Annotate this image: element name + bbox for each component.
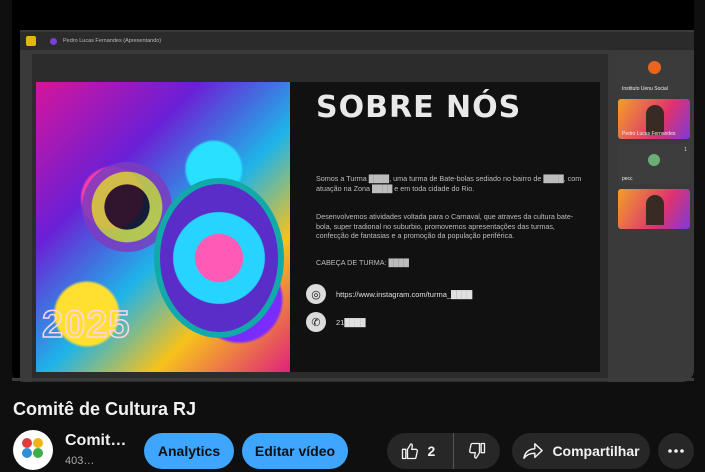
participant-tile: Pedro Lucas Fernandes (618, 99, 690, 139)
more-actions-button[interactable] (658, 433, 694, 469)
video-player[interactable]: Pedro Lucas Fernandes (Apresentando) 202… (12, 0, 694, 382)
channel-name[interactable]: Comit… (65, 432, 126, 450)
avatar-logo-dot (33, 438, 43, 448)
dislike-button[interactable] (454, 441, 500, 461)
slide-paragraph-3: CABEÇA DE TURMA: ████ (316, 258, 409, 267)
phone-number: 21████ (336, 317, 366, 327)
participant-avatar (648, 61, 661, 74)
edit-video-button[interactable]: Editar vídeo (242, 433, 348, 469)
carnival-mask-artwork: 2025 (36, 82, 290, 372)
share-label: Compartilhar (552, 443, 640, 459)
thumbs-down-icon (467, 441, 487, 461)
shared-screen: 2025 SOBRE NÓS Somos a Turma ████, uma t… (32, 54, 608, 382)
presenter-label: Pedro Lucas Fernandes (Apresentando) (63, 38, 162, 44)
year-graphic: 2025 (41, 303, 131, 347)
slide-paragraph-1: Somos a Turma ████, uma turma de Bate-bo… (316, 174, 582, 193)
meeting-app-icon (26, 36, 36, 46)
share-arrow-icon (522, 441, 544, 461)
channel-avatar[interactable] (13, 430, 53, 470)
whatsapp-icon: ✆ (306, 312, 326, 332)
like-dislike-group: 2 (387, 433, 500, 469)
contact-whatsapp: ✆ 21████ (306, 312, 366, 332)
instagram-link: https://www.instagram.com/turma_████ (336, 289, 473, 299)
avatar-logo-dot (22, 438, 32, 448)
participant-name: Pedro Lucas Fernandes (622, 131, 676, 137)
participant-video (646, 195, 664, 225)
slide-heading: SOBRE NÓS (316, 90, 522, 125)
like-count: 2 (427, 443, 436, 459)
participant-tile: Instituto Uenu Social (618, 54, 690, 94)
participant-name: Instituto Uenu Social (622, 86, 668, 92)
participant-tile: 1 pecc (618, 144, 690, 184)
avatar-logo-dot (33, 448, 43, 458)
more-dots-icon (667, 448, 685, 454)
participant-avatar (648, 154, 660, 166)
mask-face-decoration (154, 178, 284, 338)
subscriber-count: 403… (65, 455, 95, 467)
presenter-avatar (50, 37, 57, 45)
participant-badge: 1 (684, 147, 687, 153)
instagram-icon: ◎ (306, 284, 326, 304)
presentation-slide: 2025 SOBRE NÓS Somos a Turma ████, uma t… (36, 82, 600, 372)
participant-tile (618, 189, 690, 229)
share-button[interactable]: Compartilhar (512, 433, 650, 469)
participant-name: pecc (622, 176, 633, 182)
slide-text-panel: SOBRE NÓS Somos a Turma ████, uma turma … (302, 82, 600, 372)
slide-paragraph-2: Desenvolvemos atividades voltada para o … (316, 212, 574, 240)
like-button[interactable]: 2 (388, 433, 454, 469)
meeting-screen: Pedro Lucas Fernandes (Apresentando) 202… (20, 30, 694, 382)
video-title: Comitê de Cultura RJ (13, 399, 197, 419)
contact-instagram: ◎ https://www.instagram.com/turma_████ (306, 284, 472, 304)
video-progress-bar[interactable] (12, 378, 694, 381)
avatar-logo-dot (22, 448, 32, 458)
analytics-button[interactable]: Analytics (144, 433, 234, 469)
meeting-top-bar: Pedro Lucas Fernandes (Apresentando) (20, 32, 694, 50)
thumbs-up-icon (400, 441, 420, 461)
